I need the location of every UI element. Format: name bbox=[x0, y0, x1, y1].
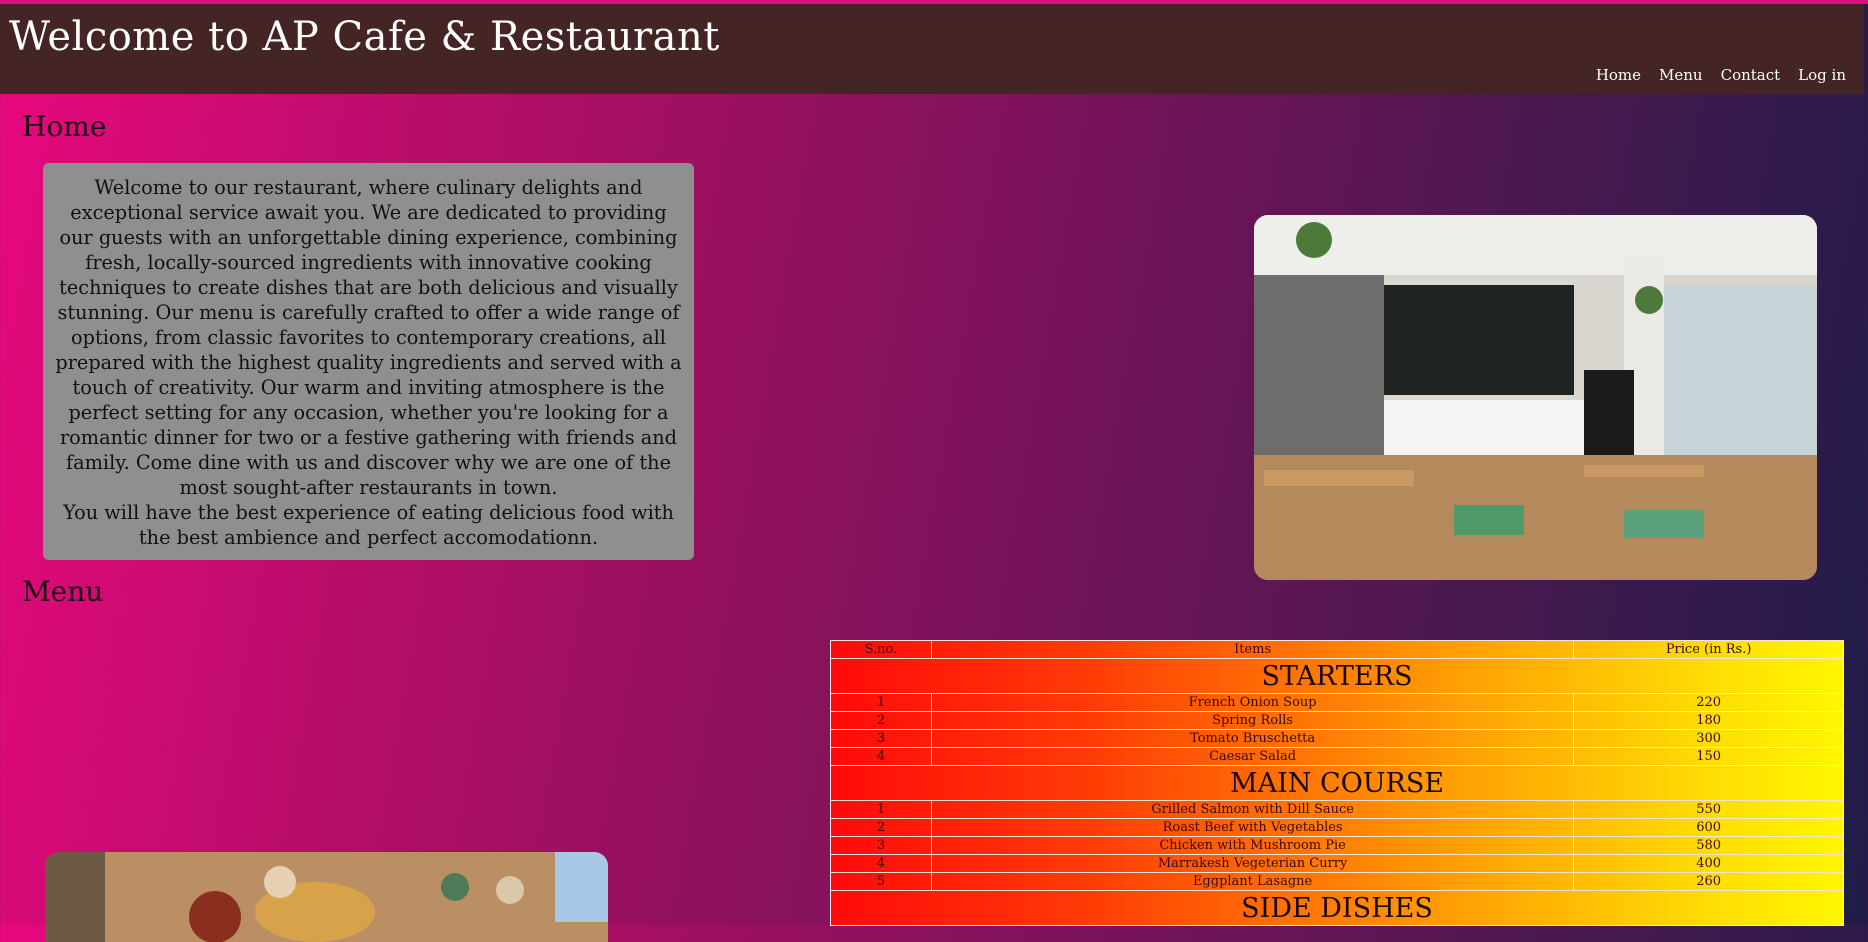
menu-item-name: French Onion Soup bbox=[930, 693, 1575, 712]
nav-contact-link[interactable]: Contact bbox=[1721, 66, 1781, 84]
menu-item-row: 1 Grilled Salmon with Dill Sauce 550 bbox=[830, 800, 1844, 819]
column-header-price: Price (in Rs.) bbox=[1573, 640, 1844, 659]
site-header: Welcome to AP Cafe & Restaurant Home Men… bbox=[0, 4, 1868, 94]
menu-item-name: Tomato Bruschetta bbox=[930, 729, 1575, 748]
nav-home-link[interactable]: Home bbox=[1596, 66, 1641, 84]
menu-item-price: 580 bbox=[1573, 836, 1844, 855]
menu-item-sno: 4 bbox=[830, 747, 932, 766]
intro-closing-paragraph: You will have the best experience of eat… bbox=[63, 501, 674, 549]
menu-item-row: 1 French Onion Soup 220 bbox=[830, 693, 1844, 712]
main-nav: Home Menu Contact Log in bbox=[1596, 66, 1846, 84]
menu-item-sno: 1 bbox=[830, 800, 932, 819]
menu-item-price: 180 bbox=[1573, 711, 1844, 730]
menu-item-name: Marrakesh Vegeterian Curry bbox=[930, 854, 1575, 873]
menu-category-title: SIDE DISHES bbox=[830, 890, 1844, 926]
menu-item-sno: 2 bbox=[830, 818, 932, 837]
menu-item-sno: 3 bbox=[830, 836, 932, 855]
menu-item-row: 3 Tomato Bruschetta 300 bbox=[830, 729, 1844, 748]
menu-item-row: 4 Caesar Salad 150 bbox=[830, 747, 1844, 766]
column-header-items: Items bbox=[930, 640, 1575, 659]
menu-item-name: Grilled Salmon with Dill Sauce bbox=[930, 800, 1575, 819]
cafe-interior-image bbox=[1254, 215, 1817, 580]
intro-paragraph: Welcome to our restaurant, where culinar… bbox=[55, 176, 682, 499]
menu-item-price: 300 bbox=[1573, 729, 1844, 748]
menu-item-name: Roast Beef with Vegetables bbox=[930, 818, 1575, 837]
nav-menu-link[interactable]: Menu bbox=[1659, 66, 1703, 84]
intro-panel: Welcome to our restaurant, where culinar… bbox=[43, 163, 694, 560]
menu-category-title: MAIN COURSE bbox=[830, 765, 1844, 801]
menu-item-name: Chicken with Mushroom Pie bbox=[930, 836, 1575, 855]
menu-item-name: Spring Rolls bbox=[930, 711, 1575, 730]
menu-item-price: 550 bbox=[1573, 800, 1844, 819]
menu-item-sno: 1 bbox=[830, 693, 932, 712]
menu-item-row: 2 Spring Rolls 180 bbox=[830, 711, 1844, 730]
menu-category-row: STARTERS bbox=[830, 658, 1844, 694]
menu-item-price: 600 bbox=[1573, 818, 1844, 837]
menu-item-sno: 4 bbox=[830, 854, 932, 873]
food-table-image bbox=[45, 852, 608, 942]
menu-item-price: 400 bbox=[1573, 854, 1844, 873]
menu-item-sno: 5 bbox=[830, 872, 932, 891]
home-section-title: Home bbox=[22, 110, 107, 143]
menu-section-title: Menu bbox=[22, 575, 104, 608]
menu-item-name: Eggplant Lasagne bbox=[930, 872, 1575, 891]
nav-login-link[interactable]: Log in bbox=[1798, 66, 1846, 84]
menu-item-row: 2 Roast Beef with Vegetables 600 bbox=[830, 818, 1844, 837]
menu-category-row: SIDE DISHES bbox=[830, 890, 1844, 926]
menu-item-price: 220 bbox=[1573, 693, 1844, 712]
menu-item-row: 5 Eggplant Lasagne 260 bbox=[830, 872, 1844, 891]
menu-category-title: STARTERS bbox=[830, 658, 1844, 694]
menu-item-row: 4 Marrakesh Vegeterian Curry 400 bbox=[830, 854, 1844, 873]
column-header-sno: S.no. bbox=[830, 640, 932, 659]
menu-item-sno: 3 bbox=[830, 729, 932, 748]
menu-item-price: 150 bbox=[1573, 747, 1844, 766]
menu-table: S.no. Items Price (in Rs.) STARTERS 1 Fren… bbox=[830, 640, 1844, 926]
menu-item-price: 260 bbox=[1573, 872, 1844, 891]
menu-item-row: 3 Chicken with Mushroom Pie 580 bbox=[830, 836, 1844, 855]
menu-item-sno: 2 bbox=[830, 711, 932, 730]
menu-header-row: S.no. Items Price (in Rs.) bbox=[830, 640, 1844, 659]
menu-category-row: MAIN COURSE bbox=[830, 765, 1844, 801]
menu-item-name: Caesar Salad bbox=[930, 747, 1575, 766]
site-title: Welcome to AP Cafe & Restaurant bbox=[9, 14, 720, 60]
